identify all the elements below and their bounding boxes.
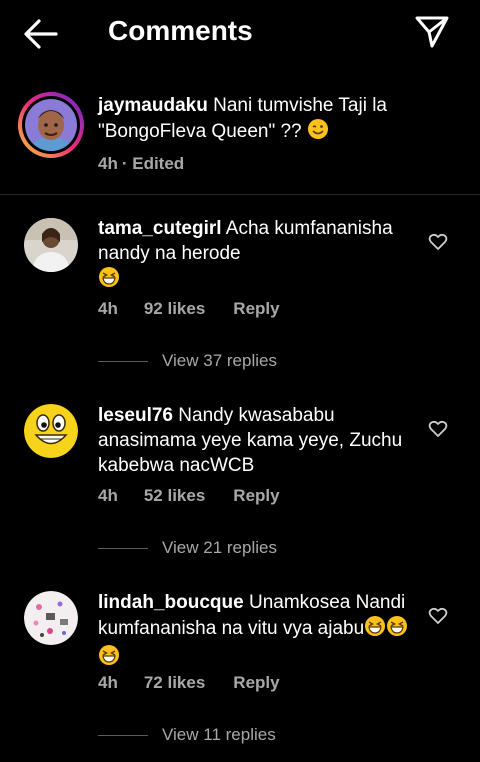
comment-meta: 4h 72 likes Reply bbox=[98, 673, 308, 693]
caption-text: jaymaudaku Nani tumvishe Taji la "BongoF… bbox=[98, 93, 418, 147]
comment-username[interactable]: leseul76 bbox=[98, 405, 173, 426]
view-replies-button[interactable]: View 11 replies bbox=[98, 725, 276, 745]
reply-button[interactable]: Reply bbox=[233, 486, 279, 505]
comment-meta: 4h 92 likes Reply bbox=[98, 299, 308, 319]
heart-outline-icon[interactable] bbox=[428, 606, 448, 626]
comment-text: leseul76 Nandy kwasababu anasimama yeye … bbox=[98, 403, 418, 478]
grinning-squinting-face-emoji bbox=[98, 644, 120, 673]
comment-text: tama_cutegirl Acha kumfananisha nandy na… bbox=[98, 216, 418, 295]
comment-time: 4h bbox=[98, 299, 118, 318]
avatar[interactable] bbox=[24, 218, 78, 272]
view-replies-button[interactable]: View 21 replies bbox=[98, 538, 277, 558]
paper-plane-icon bbox=[415, 16, 449, 48]
comment-username[interactable]: tama_cutegirl bbox=[98, 218, 222, 239]
comment-time: 4h bbox=[98, 673, 118, 692]
heart-outline-icon[interactable] bbox=[428, 232, 448, 252]
view-replies-label: View 21 replies bbox=[162, 538, 277, 557]
winking-face-emoji bbox=[307, 118, 329, 147]
likes-count[interactable]: 72 likes bbox=[144, 673, 205, 692]
page-title: Comments bbox=[108, 15, 253, 46]
divider bbox=[98, 735, 148, 737]
reply-button[interactable]: Reply bbox=[233, 299, 279, 318]
likes-count[interactable]: 52 likes bbox=[144, 486, 205, 505]
grinning-squinting-face-emoji bbox=[364, 615, 386, 644]
grinning-squinting-face-emoji bbox=[386, 615, 408, 644]
post-caption: jaymaudaku Nani tumvishe Taji la "BongoF… bbox=[0, 80, 480, 195]
grinning-squinting-face-emoji bbox=[98, 266, 120, 295]
comment-username[interactable]: lindah_boucque bbox=[98, 592, 244, 613]
avatar[interactable] bbox=[24, 591, 78, 645]
avatar[interactable] bbox=[24, 404, 78, 458]
comment-meta: 4h 52 likes Reply bbox=[98, 486, 308, 506]
heart-outline-icon[interactable] bbox=[428, 419, 448, 439]
avatar[interactable] bbox=[18, 92, 84, 158]
divider bbox=[98, 361, 148, 363]
view-replies-label: View 37 replies bbox=[162, 351, 277, 370]
arrow-left-icon bbox=[24, 19, 58, 49]
comment-text: lindah_boucque Unamkosea Nandi kumfanani… bbox=[98, 590, 418, 673]
reply-button[interactable]: Reply bbox=[233, 673, 279, 692]
back-button[interactable] bbox=[22, 17, 60, 51]
likes-count[interactable]: 92 likes bbox=[144, 299, 205, 318]
view-replies-label: View 11 replies bbox=[162, 725, 276, 744]
comment-time: 4h bbox=[98, 486, 118, 505]
divider bbox=[98, 548, 148, 550]
caption-time: 4h bbox=[98, 154, 118, 173]
memoji-avatar-image bbox=[25, 99, 77, 151]
share-button[interactable] bbox=[414, 14, 450, 50]
edited-label: · Edited bbox=[121, 154, 185, 173]
header-bar: Comments bbox=[0, 0, 480, 66]
caption-meta: 4h · Edited bbox=[98, 154, 212, 174]
view-replies-button[interactable]: View 37 replies bbox=[98, 351, 277, 371]
caption-username[interactable]: jaymaudaku bbox=[98, 95, 208, 116]
